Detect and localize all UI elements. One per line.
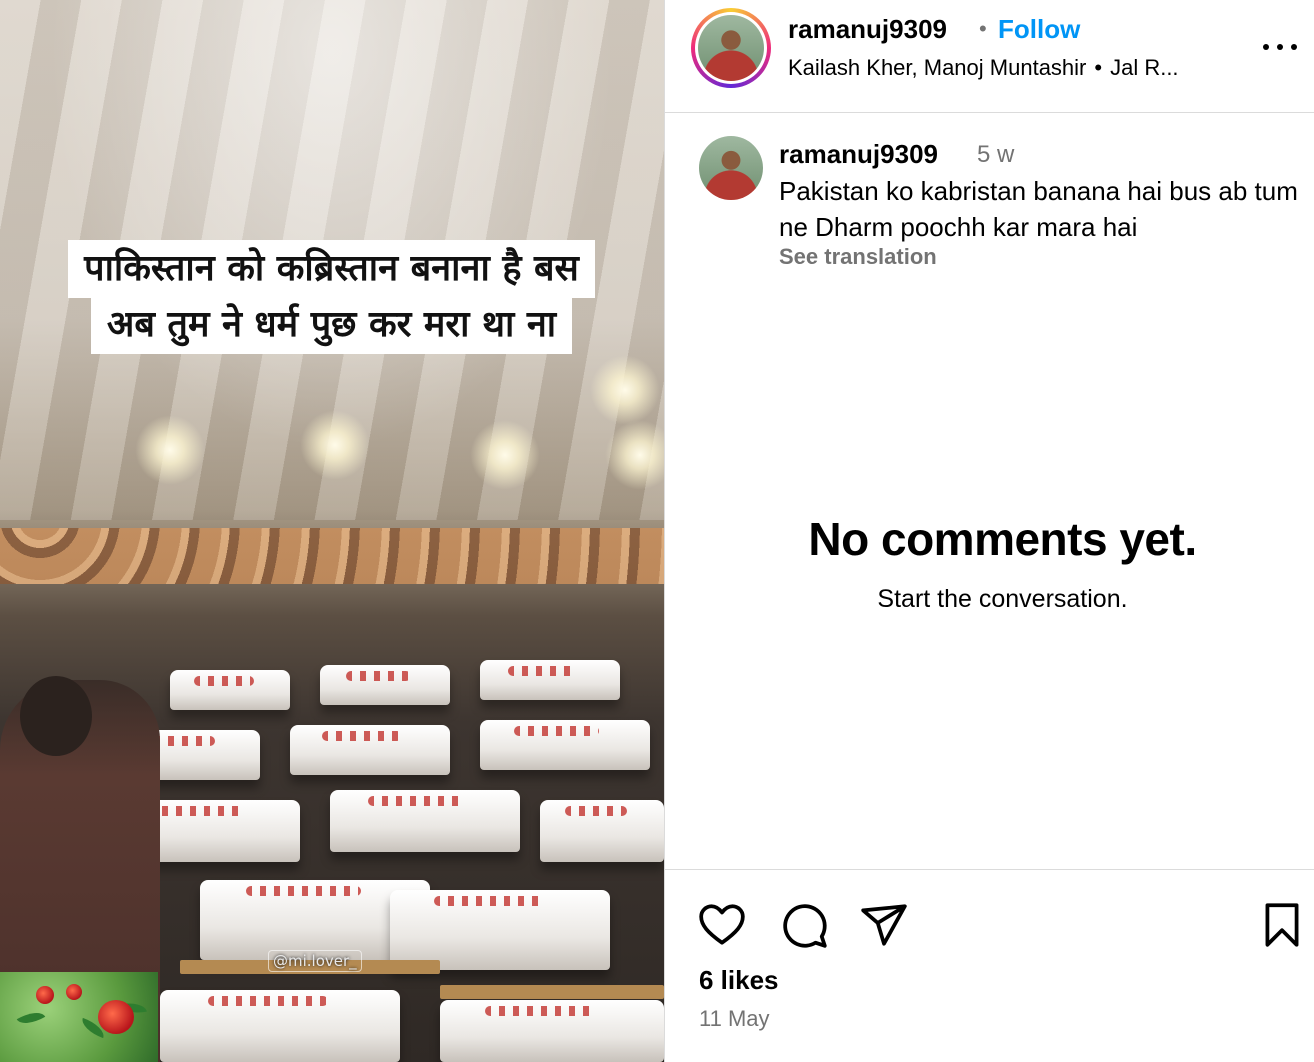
coffin xyxy=(440,1000,664,1062)
post-date[interactable]: 11 May xyxy=(699,1006,770,1032)
avatar xyxy=(698,15,764,81)
heart-icon[interactable] xyxy=(697,900,747,950)
see-translation-link[interactable]: See translation xyxy=(779,244,937,270)
post-header: ramanuj9309 • Follow Kailash Kher, Manoj… xyxy=(665,0,1314,113)
coffin xyxy=(540,800,664,862)
caption-timestamp[interactable]: 5 w xyxy=(977,141,1014,169)
coffin xyxy=(160,990,400,1062)
coffin xyxy=(480,720,650,770)
person-head xyxy=(20,676,92,756)
no-comments-subtitle: Start the conversation. xyxy=(877,585,1128,613)
ceiling-light xyxy=(300,410,370,480)
tent-valance xyxy=(0,528,664,584)
caption-text: Pakistan ko kabristan banana hai bus ab … xyxy=(779,176,1298,242)
bookmark-icon[interactable] xyxy=(1257,900,1307,950)
overlay-line-1: पाकिस्तान को कब्रिस्तान बनाना है बस xyxy=(68,240,595,298)
header-separator: • xyxy=(979,16,987,41)
coffin xyxy=(320,665,450,705)
no-comments-title: No comments yet. xyxy=(808,513,1197,565)
audio-attribution[interactable]: Kailash Kher, Manoj Muntashir • Jal R... xyxy=(788,55,1179,81)
likes-count[interactable]: 6 likes xyxy=(699,965,779,996)
ceiling-light xyxy=(470,420,540,490)
video-overlay-text: पाकिस्तान को कब्रिस्तान बनाना है बस अब त… xyxy=(24,240,639,354)
rose xyxy=(66,984,82,1000)
coffin xyxy=(170,670,290,710)
rose xyxy=(36,986,54,1004)
bench xyxy=(440,985,664,999)
audio-title: Jal R... xyxy=(1110,55,1179,80)
ceiling-light xyxy=(135,415,205,485)
story-avatar[interactable] xyxy=(691,8,771,88)
coffin xyxy=(330,790,520,852)
action-bar: 6 likes 11 May xyxy=(665,869,1314,1062)
overlay-line-2: अब तुम ने धर्म पुछ कर मरा था ना xyxy=(90,296,573,354)
share-icon[interactable] xyxy=(859,900,909,950)
coffin xyxy=(290,725,450,775)
more-options-icon[interactable] xyxy=(1263,40,1297,54)
post-media[interactable]: पाकिस्तान को कब्रिस्तान बनाना है बस अब त… xyxy=(0,0,664,1062)
caption-username[interactable]: ramanuj9309 xyxy=(779,139,938,170)
header-username[interactable]: ramanuj9309 xyxy=(788,14,947,45)
coffin xyxy=(390,890,610,970)
audio-artists: Kailash Kher, Manoj Muntashir xyxy=(788,55,1087,80)
rose xyxy=(98,1000,134,1034)
avatar[interactable] xyxy=(699,136,763,200)
rose-sticker xyxy=(0,972,158,1062)
leaf xyxy=(16,1006,46,1030)
coffin xyxy=(480,660,620,700)
follow-button[interactable]: Follow xyxy=(998,14,1080,45)
ceiling-light xyxy=(590,355,660,425)
post-side-panel: ramanuj9309 • Follow Kailash Kher, Manoj… xyxy=(664,0,1314,1062)
audio-separator: • xyxy=(1094,55,1103,80)
comment-icon[interactable] xyxy=(779,900,829,950)
watermark: @mi.lover_ xyxy=(268,950,362,972)
